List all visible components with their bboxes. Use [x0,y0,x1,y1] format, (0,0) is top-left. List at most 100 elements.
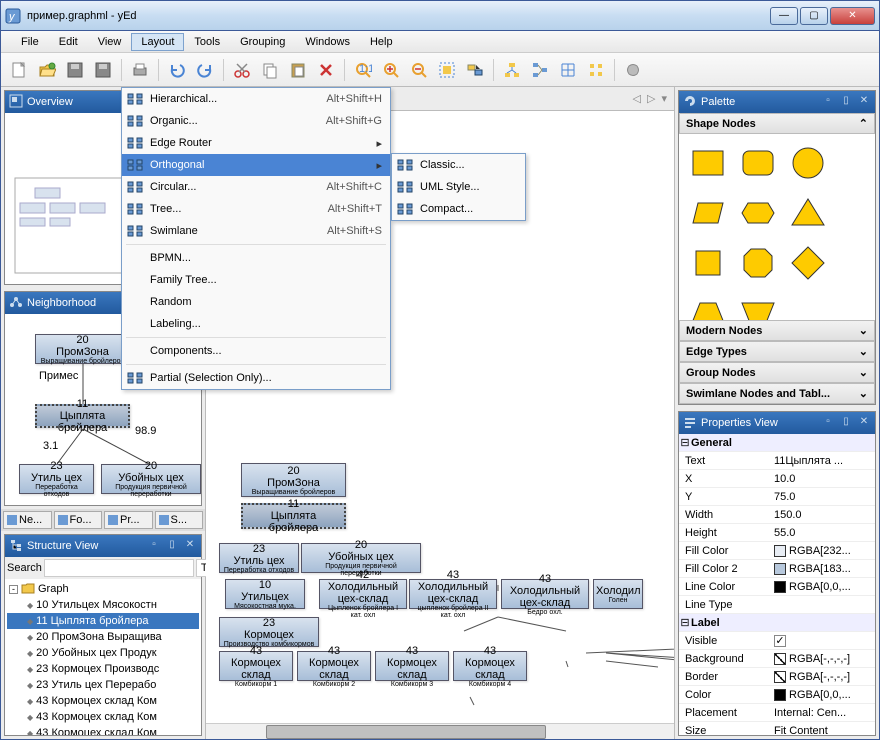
menu-item[interactable]: Compact... [392,198,525,220]
panel-pin-icon[interactable]: ▯ [839,416,853,430]
graph-node[interactable]: 23Утиль цехПереработка отходов [219,543,299,573]
menu-item[interactable]: Tree...Alt+Shift+T [122,198,390,220]
graph-node[interactable]: 20Убойных цехПродукция первичной перераб… [101,464,201,494]
tree-root[interactable]: - Graph [7,581,199,597]
tab[interactable]: S... [155,511,204,529]
prop-row[interactable]: BorderRGBA[-,-,-,-] [679,668,875,686]
tree-item[interactable]: ◆20 Убойных цех Продук [7,645,199,661]
print-button[interactable] [128,58,152,82]
graph-node[interactable]: 10УтильцехМясокостная мука. [225,579,305,609]
shape-rect[interactable] [683,138,733,188]
fit-button[interactable] [435,58,459,82]
prop-row[interactable]: Line ColorRGBA[0,0,... [679,578,875,596]
palette-section-swimlane[interactable]: Swimlane Nodes and Tabl...⌄ [679,383,875,404]
palette-section-shapes[interactable]: Shape Nodes⌃ [679,113,875,134]
prop-section-label[interactable]: Label [691,617,720,629]
menu-item[interactable]: Labeling... [122,313,390,335]
prop-row[interactable]: ColorRGBA[0,0,... [679,686,875,704]
menu-item[interactable]: SwimlaneAlt+Shift+S [122,220,390,242]
menu-item[interactable]: Classic... [392,154,525,176]
selection-mode-button[interactable] [463,58,487,82]
prop-row[interactable]: Width150.0 [679,506,875,524]
undo-button[interactable] [165,58,189,82]
menu-view[interactable]: View [88,33,132,51]
layout-icon-3[interactable] [584,58,608,82]
prop-row[interactable]: BackgroundRGBA[-,-,-,-] [679,650,875,668]
menu-item[interactable]: Circular...Alt+Shift+C [122,176,390,198]
tree-item[interactable]: ◆43 Кормоцех склад Ком [7,725,199,735]
graph-node[interactable]: ХолодилГолен [593,579,643,609]
close-button[interactable]: ✕ [830,7,875,25]
maximize-button[interactable]: ▢ [800,7,828,25]
layout-icon-2[interactable] [528,58,552,82]
menu-grouping[interactable]: Grouping [230,33,295,51]
graph-node[interactable]: 23КормоцехПроизводство комбикормов [219,617,319,647]
menu-tools[interactable]: Tools [184,33,230,51]
tree-item[interactable]: ◆10 Утильцех Мясокостн [7,597,199,613]
tree-item[interactable]: ◆43 Кормоцех склад Ком [7,709,199,725]
graph-node[interactable]: 20ПромЗонаВыращивание бройлеров [35,334,130,364]
panel-close-icon[interactable]: ✕ [183,539,197,553]
collapse-icon[interactable]: ⌃ [859,117,868,130]
prop-row[interactable]: Visible✓ [679,632,875,650]
graph-node[interactable]: 43Кормоцех складКомбикорм 4 [453,651,527,681]
tab[interactable]: Ne... [3,511,52,529]
save-button[interactable] [63,58,87,82]
tree-item[interactable]: ◆20 ПромЗона Выращива [7,629,199,645]
cut-button[interactable] [230,58,254,82]
tab[interactable]: Fo... [54,511,103,529]
panel-close-icon[interactable]: ✕ [857,416,871,430]
delete-button[interactable] [314,58,338,82]
zoom-reset-button[interactable]: 1:1 [351,58,375,82]
shape-circle[interactable] [783,138,833,188]
new-button[interactable] [7,58,31,82]
menu-edit[interactable]: Edit [49,33,88,51]
saveas-button[interactable] [91,58,115,82]
shape-square[interactable] [683,238,733,288]
open-button[interactable] [35,58,59,82]
menu-help[interactable]: Help [360,33,403,51]
menu-item[interactable]: Partial (Selection Only)... [122,367,390,389]
layout-icon-1[interactable] [500,58,524,82]
tree-item[interactable]: ◆43 Кормоцех склад Ком [7,693,199,709]
menu-item[interactable]: Random [122,291,390,313]
h-scrollbar[interactable] [206,723,674,739]
graph-node[interactable]: 43Холодильный цех-складцыпленок бройлера… [409,579,497,609]
palette-section-edge[interactable]: Edge Types⌄ [679,341,875,362]
tree-item[interactable]: ◆23 Кормоцех Производс [7,661,199,677]
extra-button[interactable] [621,58,645,82]
panel-pin-icon[interactable]: ▯ [839,95,853,109]
shape-roundrect[interactable] [733,138,783,188]
graph-node[interactable]: 43Холодильный цех-складБедро охл. [501,579,589,609]
menu-windows[interactable]: Windows [295,33,360,51]
graph-node[interactable]: 42Холодильный цех-складЦыпленок бройлера… [319,579,407,609]
grid-button[interactable] [556,58,580,82]
redo-button[interactable] [193,58,217,82]
zoom-in-button[interactable] [379,58,403,82]
prop-row[interactable]: SizeFit Content [679,722,875,735]
prop-row[interactable]: Fill Color 2RGBA[183... [679,560,875,578]
panel-undock-icon[interactable]: ▫ [147,539,161,553]
tree-item[interactable]: ◆11 Цыплята бройлера [7,613,199,629]
menu-item[interactable]: Family Tree... [122,269,390,291]
shape-trapezoid2[interactable] [733,288,783,320]
graph-node[interactable]: 20ПромЗонаВыращивание бройлеров [241,463,346,497]
prop-section-general[interactable]: General [691,437,732,449]
prop-row[interactable]: X10.0 [679,470,875,488]
prop-row[interactable]: Line Type [679,596,875,614]
tab-prev-icon[interactable]: ◁ [630,92,644,105]
tab-next-icon[interactable]: ▷ [644,92,658,105]
panel-undock-icon[interactable]: ▫ [821,416,835,430]
graph-node[interactable]: 23Утиль цехПереработка отходов [19,464,94,494]
menu-item[interactable]: Components... [122,340,390,362]
menu-layout[interactable]: Layout [131,33,184,51]
prop-row[interactable]: Fill ColorRGBA[232... [679,542,875,560]
shape-hexagon[interactable] [733,188,783,238]
graph-node[interactable]: 43Кормоцех складКомбикорм 1 [219,651,293,681]
tab[interactable]: Pr... [104,511,153,529]
graph-node[interactable]: 43Кормоцех складКомбикорм 2 [297,651,371,681]
panel-close-icon[interactable]: ✕ [857,95,871,109]
graph-node[interactable]: 43Кормоцех складКомбикорм 3 [375,651,449,681]
menu-item[interactable]: Organic...Alt+Shift+G [122,110,390,132]
prop-row[interactable]: Height55.0 [679,524,875,542]
